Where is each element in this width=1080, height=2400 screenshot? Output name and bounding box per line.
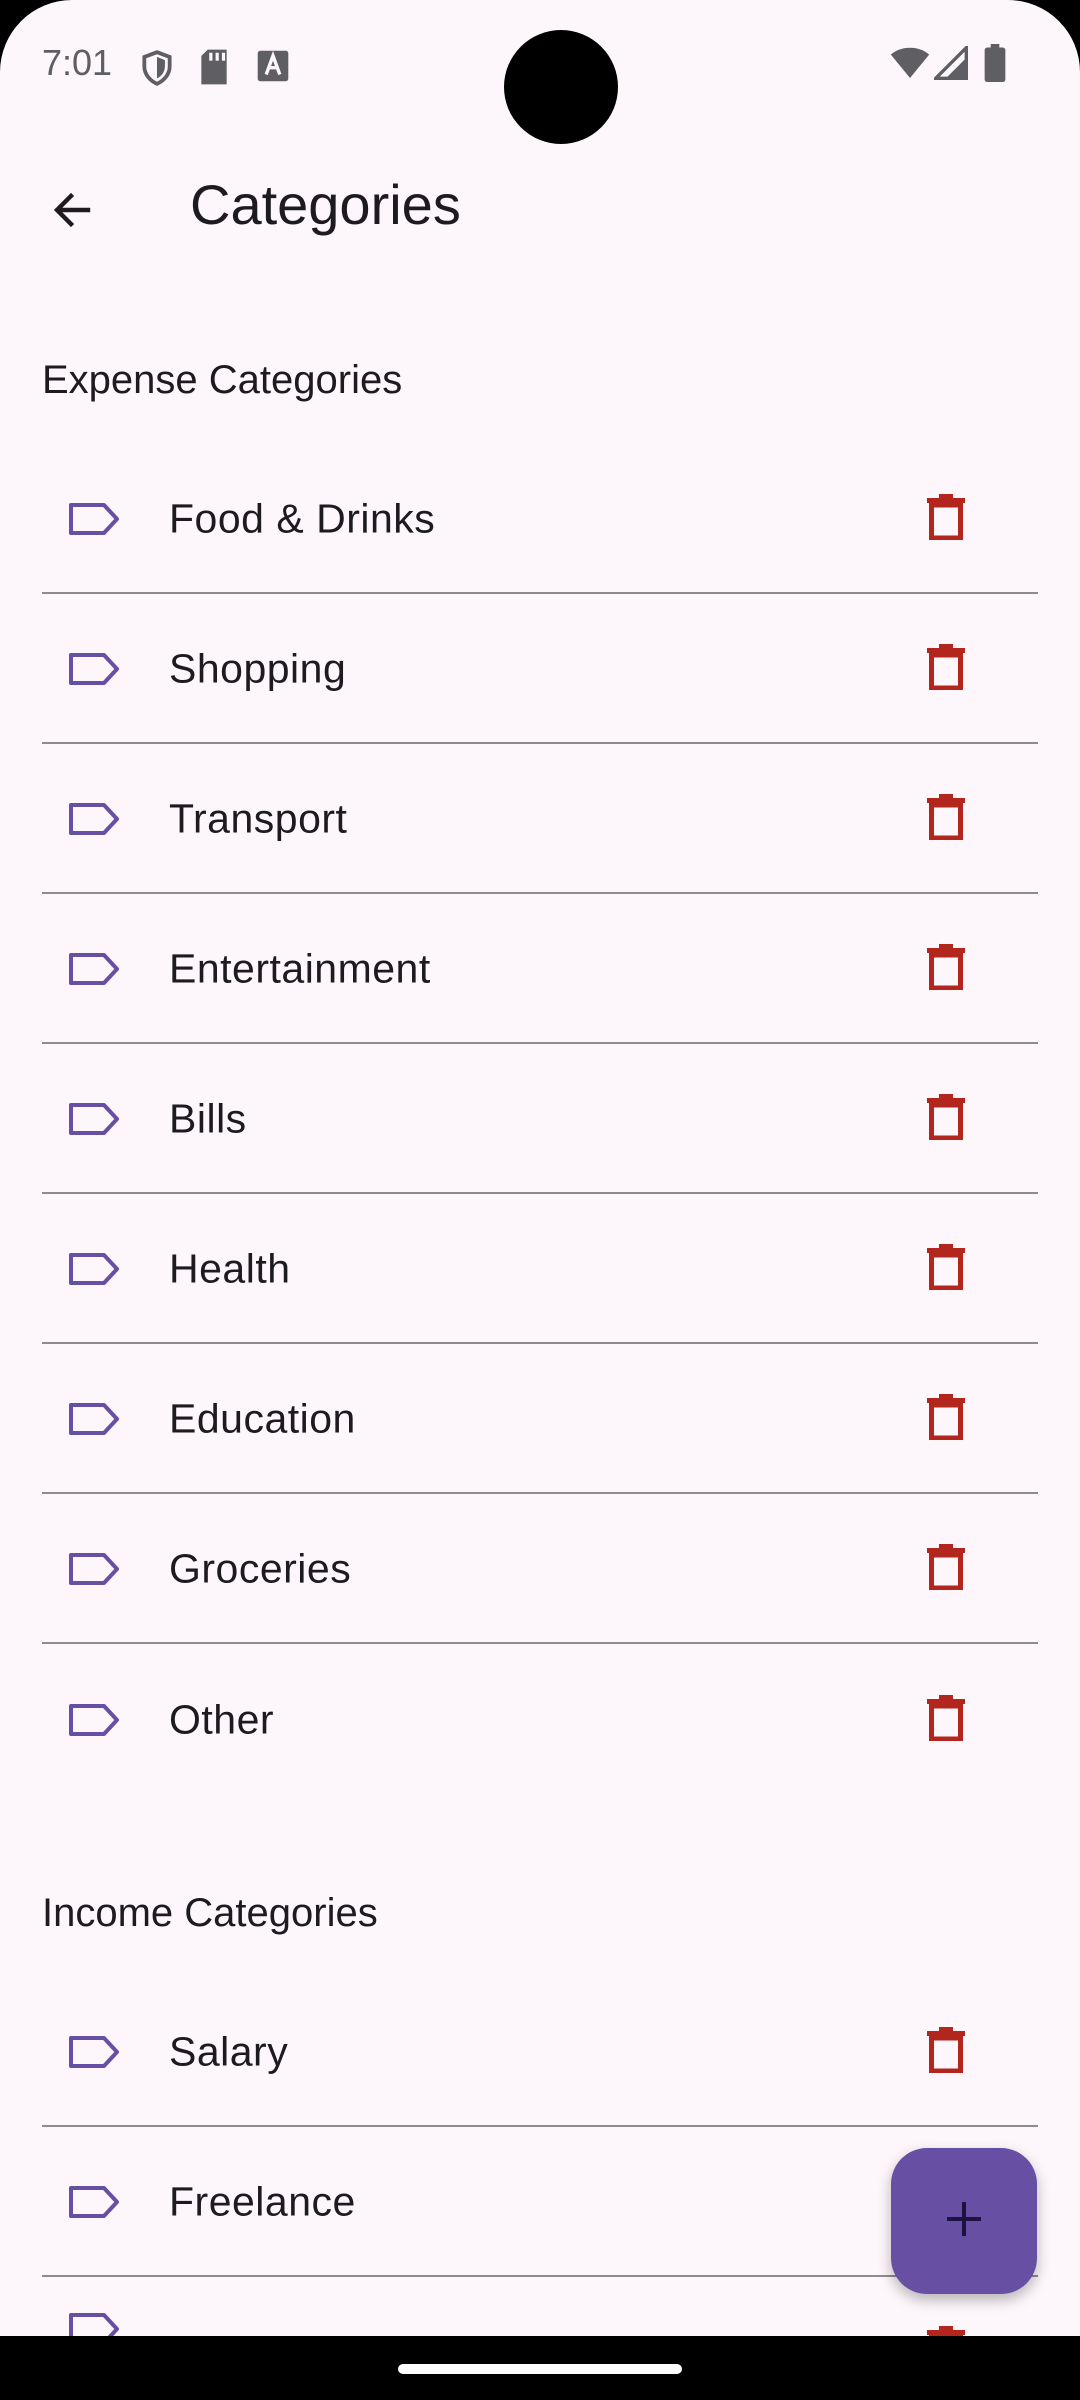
category-label: Shopping	[169, 645, 347, 692]
label-icon	[68, 1102, 120, 1136]
trash-icon	[927, 493, 965, 545]
category-label: Bills	[169, 1095, 247, 1142]
trash-icon	[927, 2325, 965, 2336]
add-icon	[944, 2199, 984, 2244]
arrow-back-icon	[48, 186, 96, 239]
label-icon	[68, 652, 120, 686]
app-screen: 7:01 Categories Expense Categories Food …	[0, 0, 1080, 2336]
battery-icon	[984, 44, 1006, 87]
category-item[interactable]: Other	[42, 1646, 1038, 1794]
back-button[interactable]	[30, 170, 114, 254]
top-app-bar: Categories	[0, 132, 1080, 276]
gesture-nav-handle[interactable]	[398, 2364, 682, 2374]
category-label: Health	[169, 1245, 291, 1292]
category-item[interactable]	[42, 2279, 1038, 2336]
page-title: Categories	[190, 173, 461, 236]
label-icon	[68, 952, 120, 986]
category-label: Transport	[169, 795, 348, 842]
delete-button[interactable]	[904, 1377, 988, 1461]
category-item[interactable]: Bills	[42, 1046, 1038, 1194]
category-item[interactable]: Shopping	[42, 596, 1038, 744]
camera-cutout	[504, 30, 618, 144]
signal-icon	[931, 43, 968, 85]
category-label: Freelance	[169, 2178, 356, 2225]
label-icon	[68, 1252, 120, 1286]
category-item[interactable]: Transport	[42, 746, 1038, 894]
status-bar: 7:01	[0, 0, 1080, 144]
category-label: Other	[169, 1696, 275, 1743]
delete-button[interactable]	[904, 2010, 988, 2094]
trash-icon	[927, 1243, 965, 1295]
trash-icon	[927, 1093, 965, 1145]
category-item[interactable]: Groceries	[42, 1496, 1038, 1644]
category-item[interactable]: Education	[42, 1346, 1038, 1494]
delete-button[interactable]	[904, 2309, 988, 2336]
category-item[interactable]: Freelance	[42, 2129, 1038, 2277]
label-icon	[68, 802, 120, 836]
section-title-expense: Expense Categories	[42, 358, 403, 402]
sd-card-icon	[198, 48, 230, 91]
trash-icon	[927, 793, 965, 845]
label-icon	[68, 1552, 120, 1586]
trash-icon	[927, 1393, 965, 1445]
trash-icon	[927, 943, 965, 995]
delete-button[interactable]	[904, 1678, 988, 1762]
category-item[interactable]: Food & Drinks	[42, 446, 1038, 594]
delete-button[interactable]	[904, 1077, 988, 1161]
shield-icon	[138, 48, 176, 93]
keyboard-a-icon	[256, 48, 290, 89]
label-icon	[68, 502, 120, 536]
add-category-fab[interactable]	[891, 2148, 1037, 2294]
wifi-icon	[890, 46, 930, 85]
category-item[interactable]: Salary	[42, 1979, 1038, 2127]
category-label: Salary	[169, 2028, 289, 2075]
trash-icon	[927, 1543, 965, 1595]
delete-button[interactable]	[904, 627, 988, 711]
category-label: Food & Drinks	[169, 495, 436, 542]
category-item[interactable]: Health	[42, 1196, 1038, 1344]
delete-button[interactable]	[904, 1527, 988, 1611]
label-icon	[68, 2185, 120, 2219]
trash-icon	[927, 1694, 965, 1746]
label-icon	[68, 1703, 120, 1737]
delete-button[interactable]	[904, 927, 988, 1011]
trash-icon	[927, 2026, 965, 2078]
delete-button[interactable]	[904, 777, 988, 861]
category-item[interactable]: Entertainment	[42, 896, 1038, 1044]
delete-button[interactable]	[904, 477, 988, 561]
label-icon	[68, 1402, 120, 1436]
section-title-income: Income Categories	[42, 1891, 378, 1935]
trash-icon	[927, 643, 965, 695]
label-icon	[68, 2312, 120, 2336]
status-time: 7:01	[42, 42, 113, 83]
category-label: Education	[169, 1395, 356, 1442]
category-label: Entertainment	[169, 945, 431, 992]
label-icon	[68, 2035, 120, 2069]
category-label: Groceries	[169, 1545, 352, 1592]
delete-button[interactable]	[904, 1227, 988, 1311]
